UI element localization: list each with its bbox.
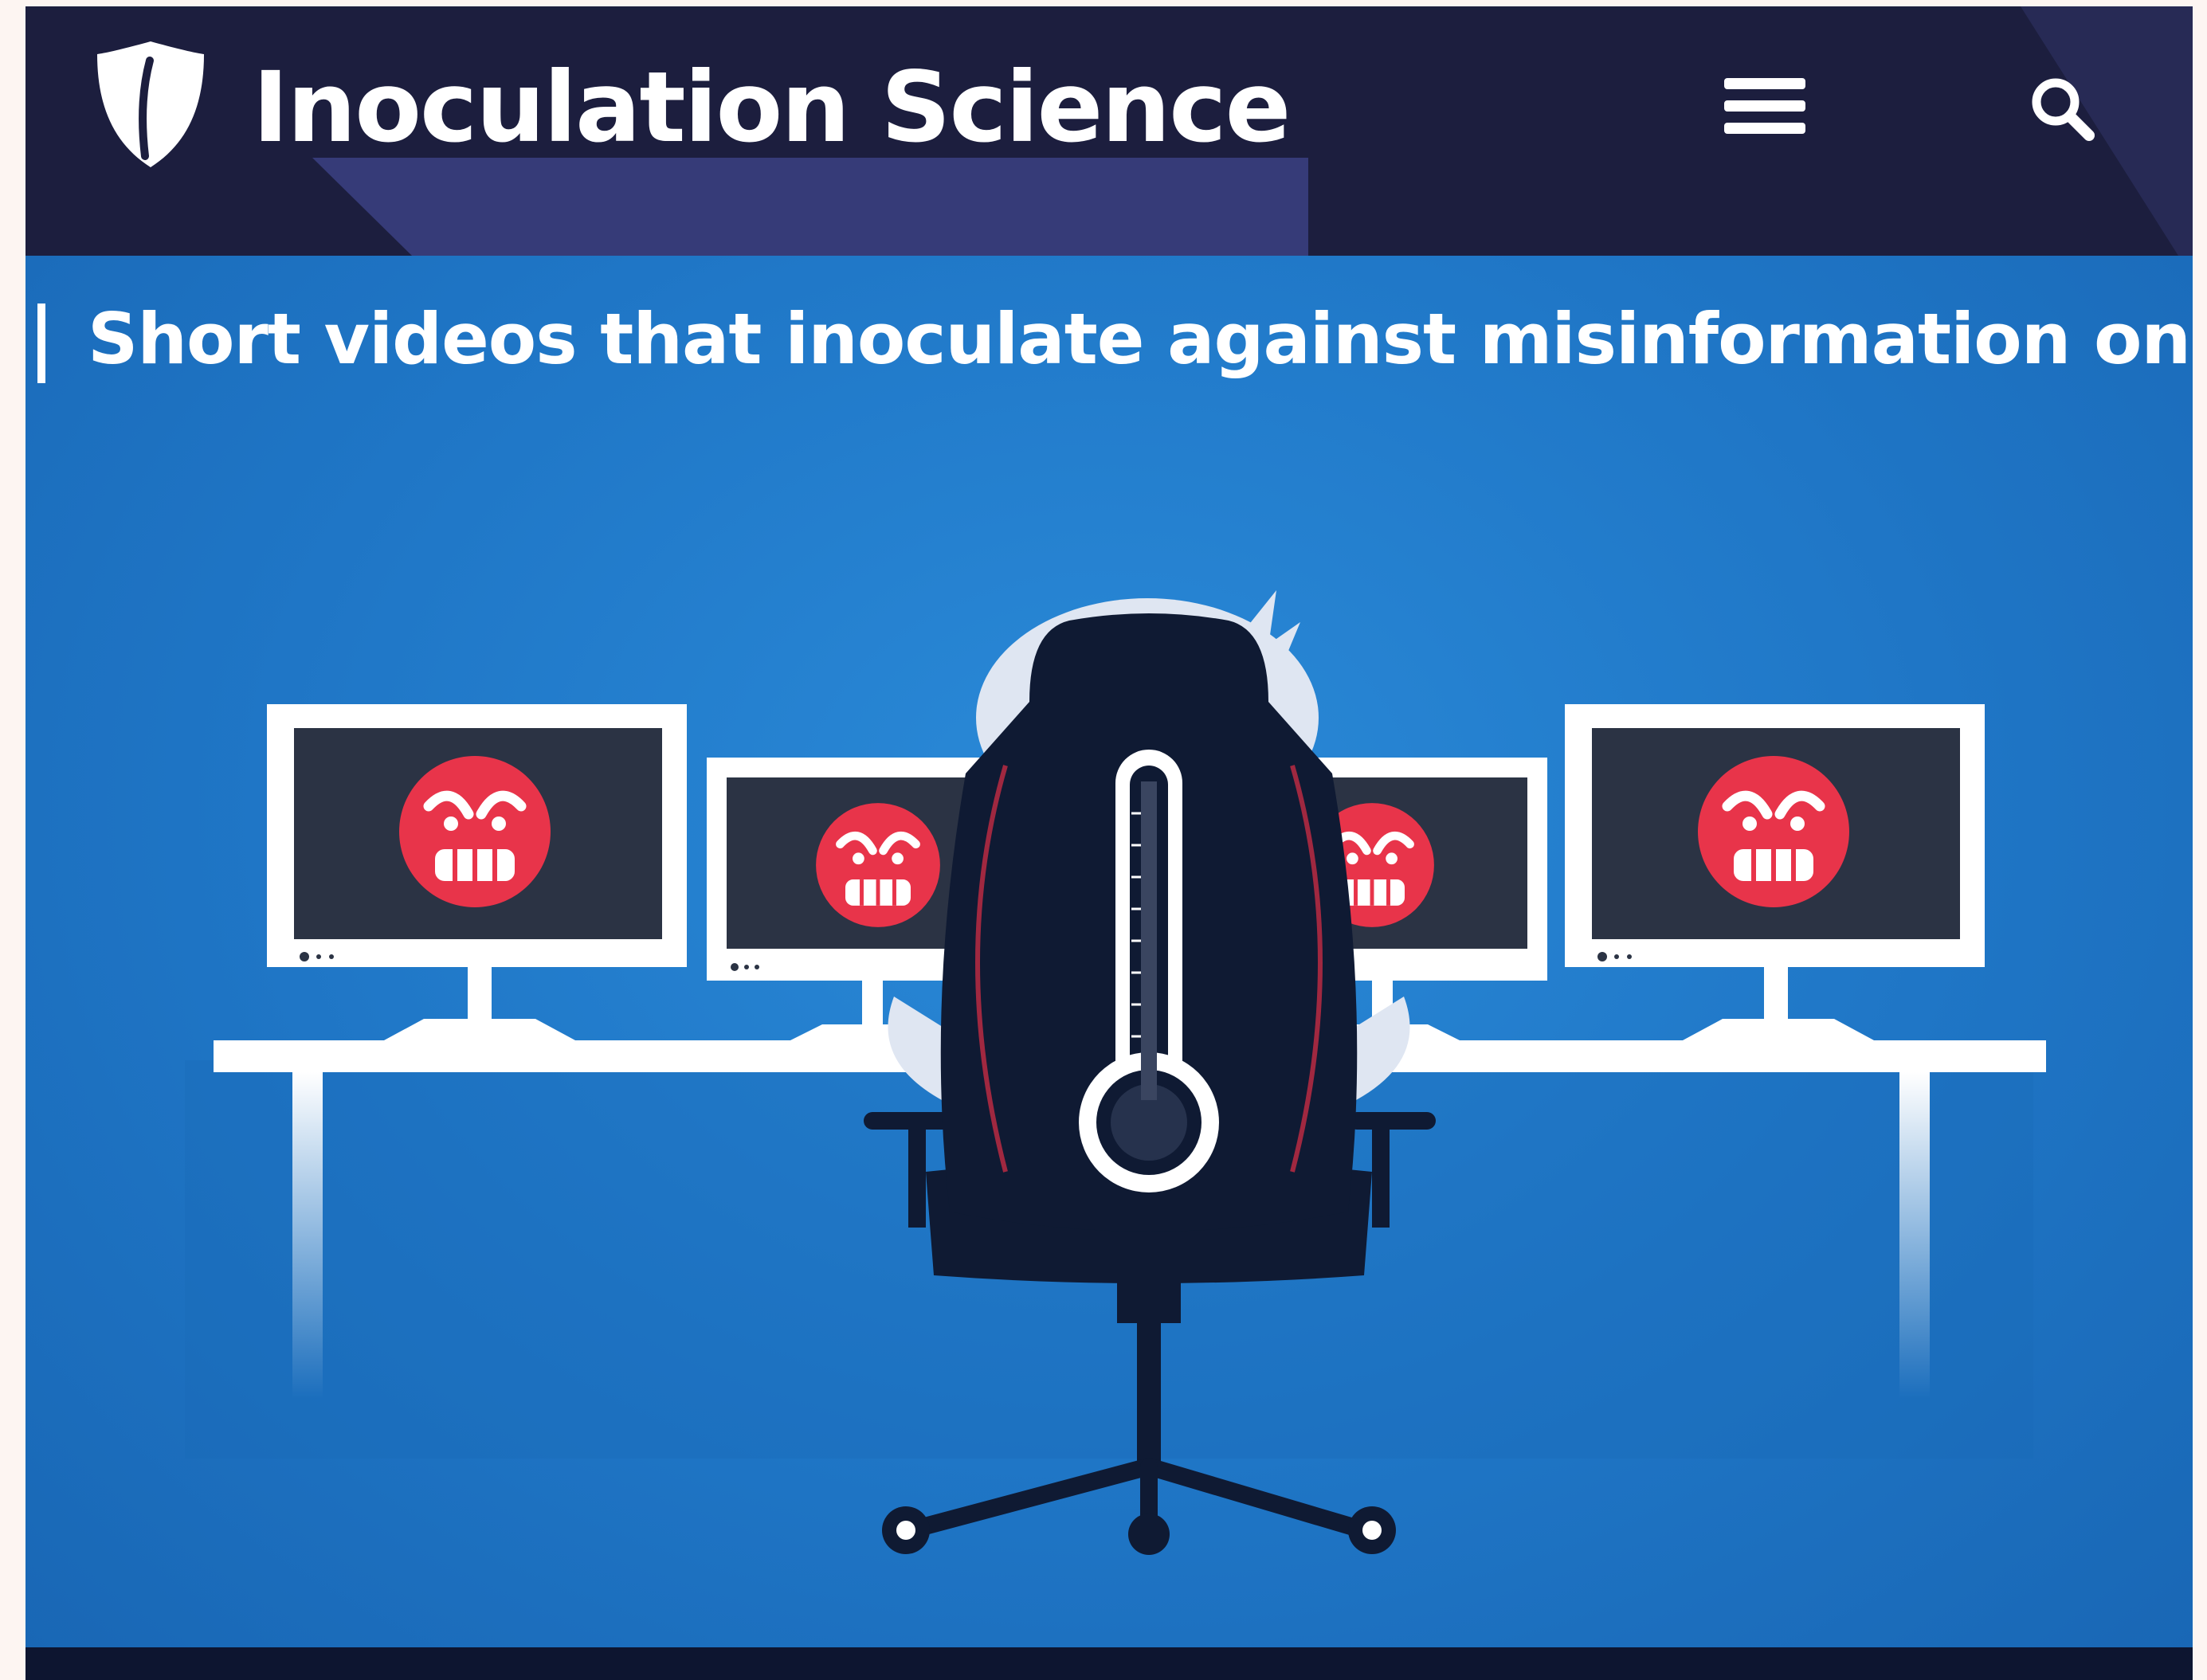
page-frame: Inoculation Science Short videos that in… (25, 6, 2193, 1680)
desk-leg-left (292, 1072, 323, 1399)
person-in-chair-facing-monitors-illustration (185, 590, 2046, 1555)
hero-section: Short videos that inoculate against misi… (25, 256, 2193, 1647)
site-title[interactable]: Inoculation Science (253, 48, 1291, 167)
header-decorative-band (312, 158, 1308, 256)
shield-logo-icon[interactable] (94, 37, 207, 172)
monitor-left-outer (267, 704, 687, 1040)
hamburger-menu-icon[interactable] (1721, 70, 1809, 142)
search-icon[interactable] (2024, 70, 2100, 147)
bottom-strip (25, 1647, 2193, 1680)
monitor-right-outer (1565, 704, 1985, 1040)
site-header: Inoculation Science (25, 6, 2193, 256)
desk-leg-right (1899, 1072, 1930, 1399)
hero-tagline: Short videos that inoculate against misi… (88, 298, 2193, 380)
tagline-accent-bar (37, 303, 45, 383)
